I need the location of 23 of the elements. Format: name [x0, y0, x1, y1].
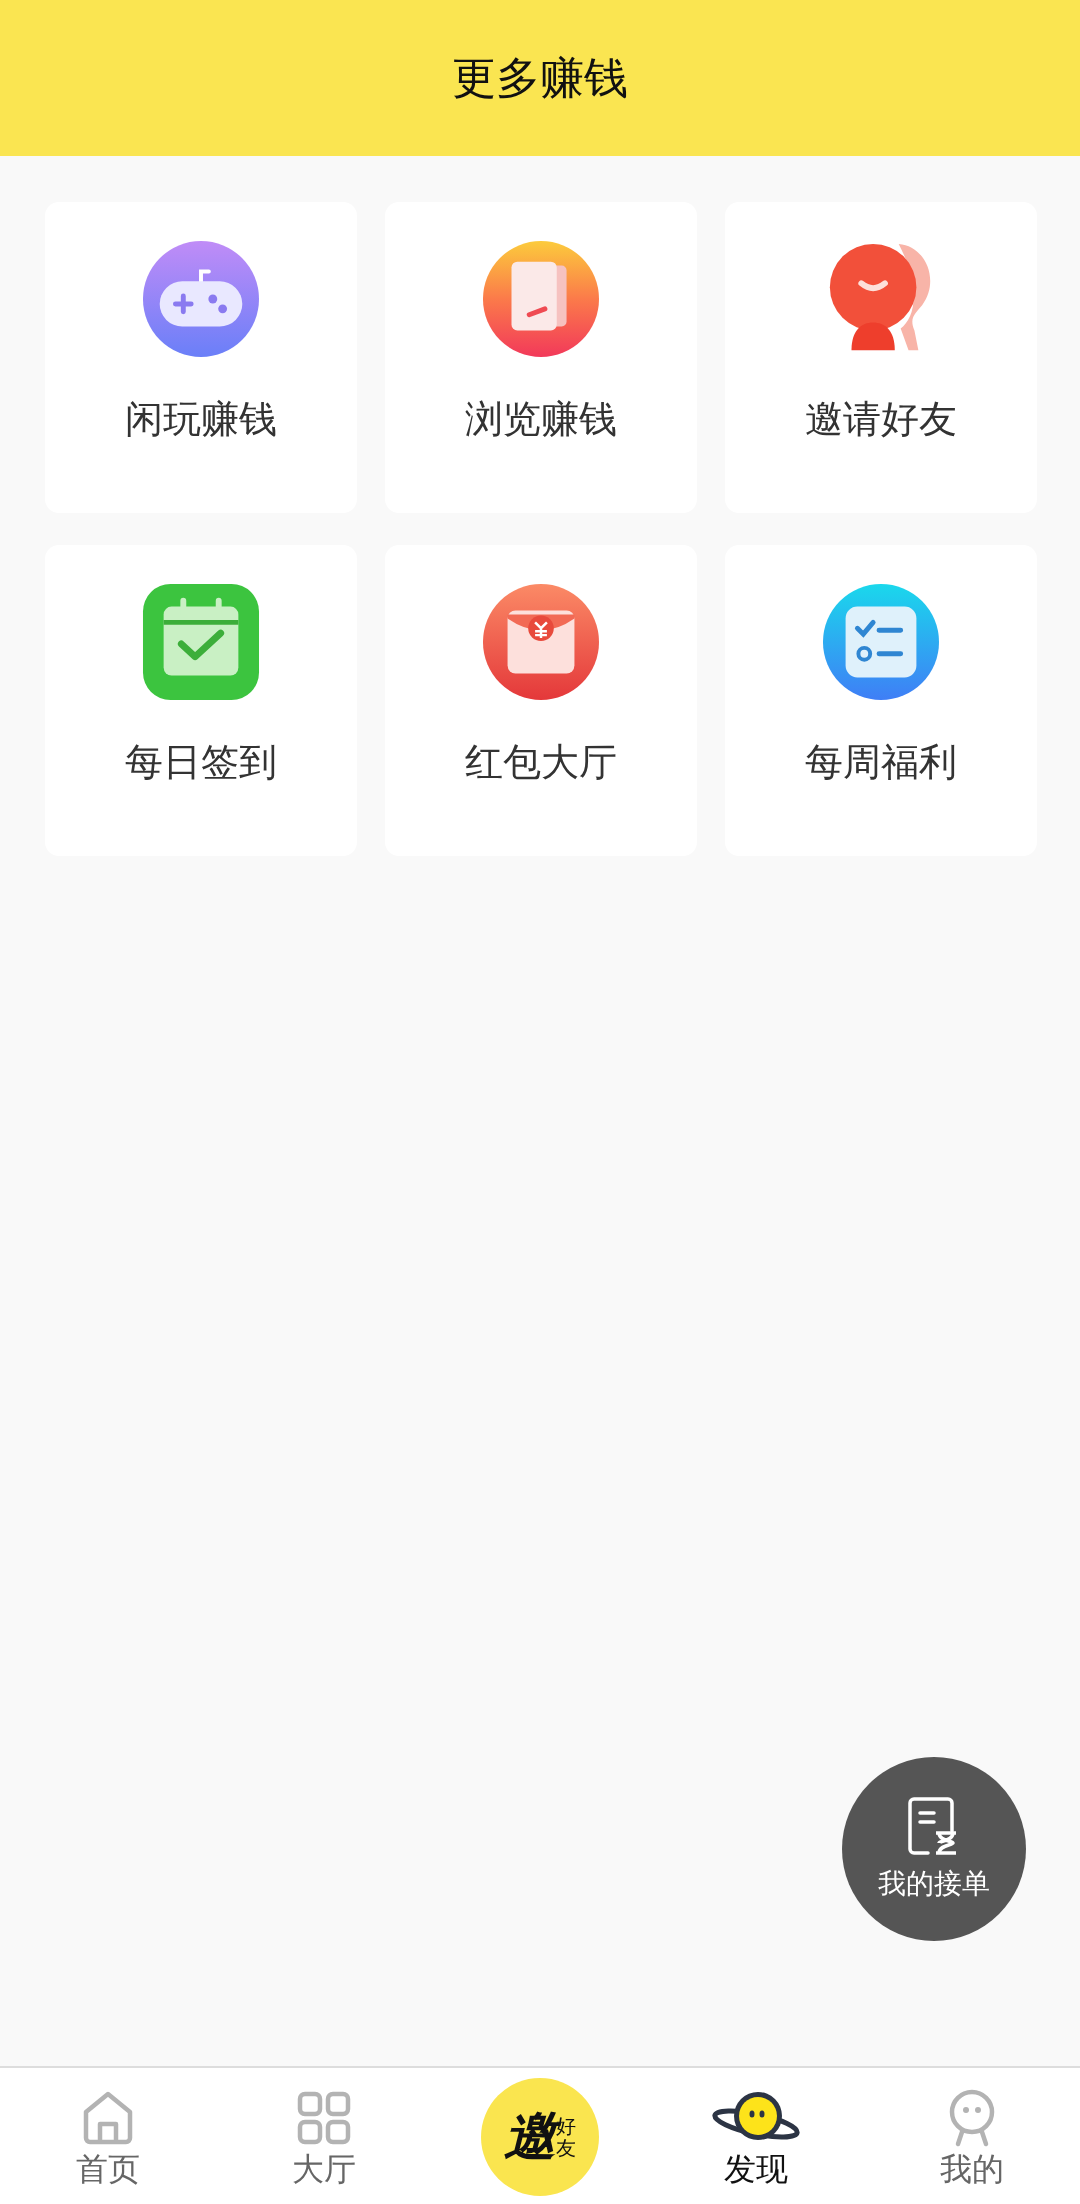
my-orders-button[interactable]: 我的接单 [842, 1757, 1026, 1941]
menu-card[interactable]: 红包大厅 [385, 545, 697, 856]
menu-card[interactable]: 每周福利 [725, 545, 1037, 856]
menu-card[interactable]: 闲玩赚钱 [45, 202, 357, 513]
gamepad-icon [142, 240, 260, 358]
money-envelope-icon [482, 583, 600, 701]
card-label: 邀请好友 [805, 396, 957, 443]
card-label: 浏览赚钱 [465, 396, 617, 443]
nav-tab[interactable]: 大厅 [216, 2068, 432, 2192]
nav-tab[interactable]: 发现 [648, 2068, 864, 2192]
nav-tab[interactable]: 我的 [864, 2068, 1080, 2192]
menu-card[interactable]: 每日签到 [45, 545, 357, 856]
card-label: 每周福利 [805, 739, 957, 786]
card-label: 红包大厅 [465, 739, 617, 786]
card-label: 每日签到 [125, 739, 277, 786]
book-icon [482, 240, 600, 358]
page-title: 更多赚钱 [452, 50, 628, 105]
calendar-icon [142, 583, 260, 701]
nav-tab[interactable]: 首页 [0, 2068, 216, 2192]
menu-card[interactable]: 浏览赚钱 [385, 202, 697, 513]
checklist-icon [822, 583, 940, 701]
menu-card[interactable]: 邀请好友 [725, 202, 1037, 513]
card-label: 闲玩赚钱 [125, 396, 277, 443]
